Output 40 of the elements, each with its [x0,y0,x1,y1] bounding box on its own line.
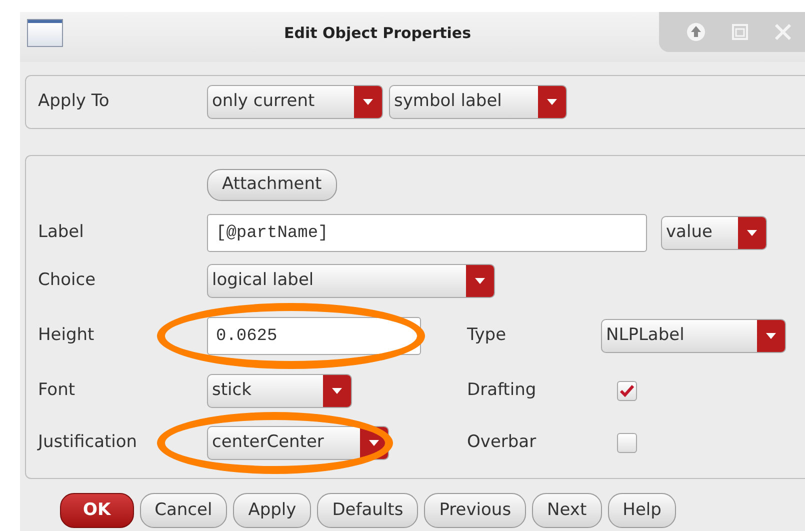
dialog-button[interactable]: Defaults [317,493,418,528]
dialog-button[interactable]: Next [532,493,602,528]
dropdown[interactable]: centerCenter [207,426,389,460]
dialog-button[interactable]: OK [60,493,134,528]
dialog-button[interactable]: Previous [424,493,526,528]
field-label: Height [37,324,96,348]
field-label: Apply To [37,90,110,114]
caret-icon [362,98,374,106]
field-label: Choice [37,269,97,292]
caret-icon [331,387,343,395]
caret-icon [474,277,486,285]
field-label: Overbar [467,431,538,454]
field-label: Justification [36,431,138,454]
maximize-button[interactable] [730,23,749,41]
caret-icon [368,439,380,447]
dialog-button[interactable]: Cancel [140,493,228,528]
field-label: Drafting [467,379,538,402]
window-title: Edit Object Properties [282,23,472,44]
caret-icon [746,229,758,237]
field-label: Type [467,324,508,348]
dropdown[interactable]: value [661,216,767,250]
shade-button[interactable] [686,22,706,42]
attachment-button[interactable]: Attachment [207,169,337,201]
caret-icon [546,98,558,106]
dialog-button[interactable]: Help [608,493,676,528]
dropdown[interactable]: logical label [207,264,495,298]
dropdown[interactable]: symbol label [389,85,567,119]
close-button[interactable] [774,23,792,41]
field-label: Font [37,379,76,402]
dropdown[interactable]: stick [207,374,352,408]
caret-icon [765,332,777,340]
dropdown[interactable]: only current [207,85,383,119]
checkbox[interactable] [617,381,637,401]
text-field[interactable]: 0.0625 [207,317,421,355]
dropdown[interactable]: NLPLabel [601,319,786,353]
checkbox[interactable] [617,433,637,453]
dialog-button[interactable]: Apply [233,493,312,528]
field-label: Label [37,221,85,244]
text-field[interactable]: [@partName] [207,214,647,252]
app-icon [27,19,63,47]
